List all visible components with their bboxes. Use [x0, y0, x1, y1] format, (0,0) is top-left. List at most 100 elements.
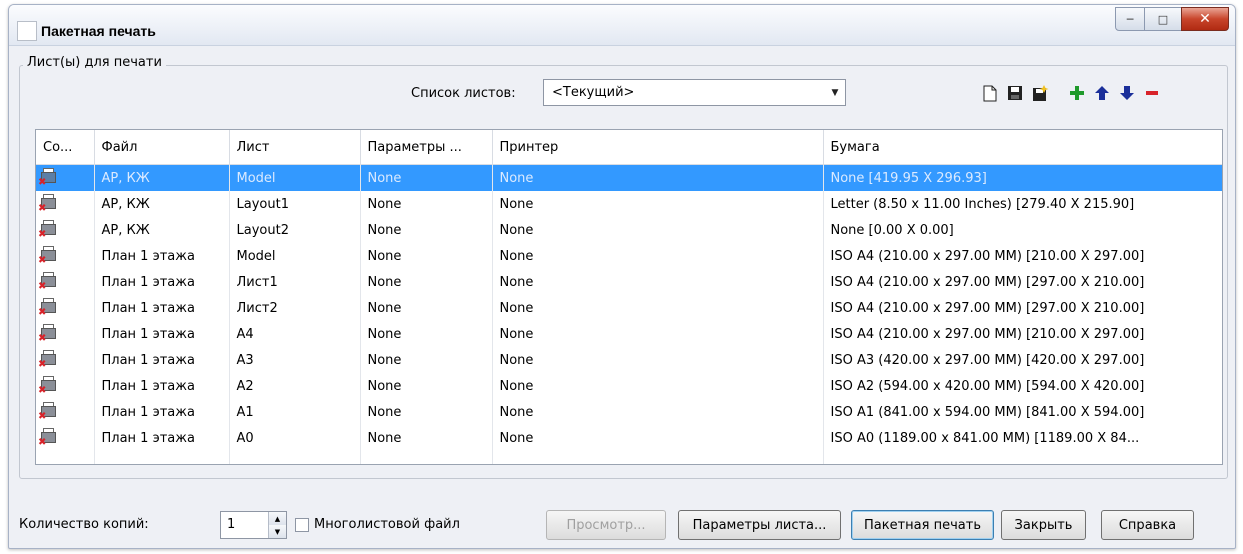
params-cell: None [360, 399, 493, 425]
file-cell: План 1 этажа [94, 321, 230, 347]
sheet-cell: A1 [229, 399, 361, 425]
status-cell: ✖ [36, 373, 95, 399]
sheet-cell: A3 [229, 347, 361, 373]
printer-cell: None [492, 164, 824, 191]
paper-cell: ISO A4 (210.00 x 297.00 MM) [297.00 X 21… [823, 269, 1222, 295]
empty-cell [823, 451, 1222, 464]
close-button[interactable]: Закрыть [1001, 510, 1086, 540]
empty-cell [360, 451, 493, 464]
printer-cell: None [492, 373, 824, 399]
sheet-cell: A2 [229, 373, 361, 399]
params-cell: None [360, 425, 493, 451]
sheet-cell: A4 [229, 321, 361, 347]
sheet-list-label: Список листов: [411, 86, 516, 101]
table-row[interactable]: ✖ AP, КЖ Model None None None [419.95 X 296.9… [36, 164, 1222, 191]
printer-status-icon: ✖ [38, 402, 58, 422]
paper-cell: ISO A3 (420.00 x 297.00 MM) [420.00 X 29… [823, 347, 1222, 373]
new-list-icon[interactable] [979, 83, 1001, 103]
minimize-icon[interactable]: ─ [1115, 7, 1145, 31]
params-cell: None [360, 295, 493, 321]
close-icon[interactable]: ✕ [1181, 7, 1229, 31]
table-row[interactable]: ✖ План 1 этажа A0 None None ISO A0 (1189.00 x… [36, 425, 1222, 451]
table-row[interactable]: ✖ План 1 этажа Лист2 None None ISO A4 (210.00… [36, 295, 1222, 321]
printer-status-icon: ✖ [38, 376, 58, 396]
col-sheet[interactable]: Лист [229, 130, 361, 165]
paper-cell: ISO A4 (210.00 x 297.00 MM) [297.00 X 21… [823, 295, 1222, 321]
sheet-list-value: <Текущий> [552, 85, 635, 100]
col-printer[interactable]: Принтер [492, 130, 824, 165]
chevron-down-icon[interactable]: ▼ [825, 80, 845, 105]
status-cell: ✖ [36, 191, 95, 217]
printer-status-icon: ✖ [38, 428, 58, 448]
batch-plot-button[interactable]: Пакетная печать [851, 510, 994, 540]
params-cell: None [360, 269, 493, 295]
table-row[interactable]: ✖ План 1 этажа Model None None ISO A4 (210.00… [36, 243, 1222, 269]
add-icon[interactable] [1066, 83, 1088, 103]
printer-status-icon: ✖ [38, 298, 58, 318]
col-file[interactable]: Файл [94, 130, 230, 165]
table-row[interactable]: ✖ План 1 этажа A1 None None ISO A1 (841.00 x … [36, 399, 1222, 425]
file-cell: План 1 этажа [94, 347, 230, 373]
preview-button[interactable]: Просмотр... [546, 510, 666, 540]
sheets-group-label: Лист(ы) для печати [23, 55, 166, 70]
col-status[interactable]: Со... [36, 130, 95, 165]
printer-cell: None [492, 399, 824, 425]
empty-row [36, 451, 1222, 464]
status-cell: ✖ [36, 295, 95, 321]
paper-cell: ISO A2 (594.00 x 420.00 MM) [594.00 X 42… [823, 373, 1222, 399]
table-row[interactable]: ✖ AP, КЖ Layout2 None None None [0.00 X 0.00] [36, 217, 1222, 243]
printer-cell: None [492, 269, 824, 295]
table-row[interactable]: ✖ План 1 этажа Лист1 None None ISO A4 (210.00… [36, 269, 1222, 295]
copies-value: 1 [227, 517, 236, 532]
empty-cell [492, 451, 824, 464]
copies-stepper[interactable]: 1 ▲ ▼ [220, 511, 287, 539]
sheet-cell: Layout1 [229, 191, 361, 217]
paper-cell: ISO A1 (841.00 x 594.00 MM) [841.00 X 59… [823, 399, 1222, 425]
table-row[interactable]: ✖ План 1 этажа A2 None None ISO A2 (594.00 x … [36, 373, 1222, 399]
file-cell: AP, КЖ [94, 164, 230, 191]
move-up-icon[interactable] [1091, 83, 1113, 103]
save-list-icon[interactable] [1004, 83, 1026, 103]
sheet-toolbar [979, 83, 1166, 103]
help-button[interactable]: Справка [1101, 510, 1194, 540]
status-cell: ✖ [36, 243, 95, 269]
paper-cell: ISO A0 (1189.00 x 841.00 MM) [1189.00 X … [823, 425, 1222, 451]
col-paper[interactable]: Бумага [823, 130, 1222, 165]
table-row[interactable]: ✖ План 1 этажа A4 None None ISO A4 (210.00 x … [36, 321, 1222, 347]
printer-cell: None [492, 425, 824, 451]
window-title: Пакетная печать [41, 23, 156, 39]
printer-cell: None [492, 295, 824, 321]
params-cell: None [360, 191, 493, 217]
printer-cell: None [492, 191, 824, 217]
maximize-icon[interactable]: □ [1144, 7, 1182, 31]
sheet-list-dropdown[interactable]: <Текущий> ▼ [543, 79, 846, 106]
load-list-icon[interactable] [1029, 83, 1051, 103]
printer-cell: None [492, 243, 824, 269]
remove-icon[interactable] [1141, 83, 1163, 103]
sheet-cell: A0 [229, 425, 361, 451]
move-down-icon[interactable] [1116, 83, 1138, 103]
spin-up-icon[interactable]: ▲ [268, 512, 286, 525]
multisheet-checkbox[interactable] [295, 518, 309, 532]
printer-cell: None [492, 217, 824, 243]
sheets-table[interactable]: Со... Файл Лист Параметры ... Принтер Бу… [35, 129, 1223, 465]
copies-label: Количество копий: [19, 517, 149, 532]
printer-status-icon: ✖ [38, 220, 58, 240]
params-cell: None [360, 321, 493, 347]
table-row[interactable]: ✖ План 1 этажа A3 None None ISO A3 (420.00 x … [36, 347, 1222, 373]
sheet-cell: Model [229, 164, 361, 191]
params-cell: None [360, 164, 493, 191]
status-cell: ✖ [36, 347, 95, 373]
col-params[interactable]: Параметры ... [360, 130, 493, 165]
spin-down-icon[interactable]: ▼ [268, 525, 286, 538]
file-cell: План 1 этажа [94, 295, 230, 321]
multisheet-label: Многолистовой файл [314, 517, 460, 532]
paper-cell: None [419.95 X 296.93] [823, 164, 1222, 191]
table-header: Со... Файл Лист Параметры ... Принтер Бу… [36, 130, 1222, 165]
title-bar: Пакетная печать ─ □ ✕ [9, 5, 1235, 46]
page-setup-button[interactable]: Параметры листа... [678, 510, 841, 540]
params-cell: None [360, 243, 493, 269]
file-cell: План 1 этажа [94, 269, 230, 295]
file-cell: План 1 этажа [94, 243, 230, 269]
table-row[interactable]: ✖ AP, КЖ Layout1 None None Letter (8.50 x 11.… [36, 191, 1222, 217]
